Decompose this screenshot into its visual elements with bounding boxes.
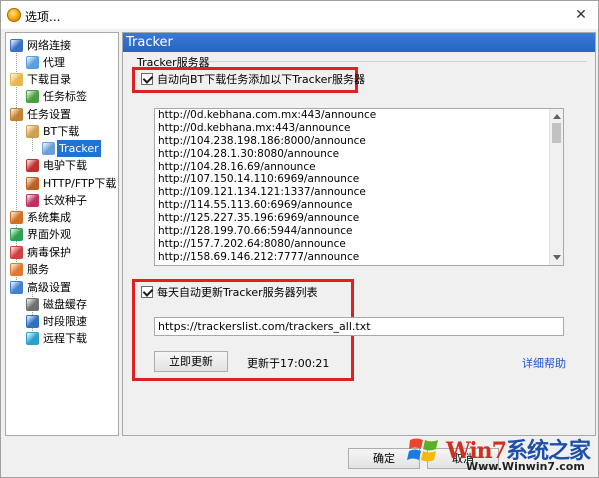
group-divider <box>207 61 587 62</box>
tracker-list-item[interactable]: http://114.55.113.60:6969/announce <box>155 199 563 212</box>
virus-protection-icon <box>10 246 23 259</box>
tree-item-label: 系统集成 <box>27 211 71 224</box>
tree-item-label: 任务设置 <box>27 108 71 121</box>
tree-item-label: 网络连接 <box>27 39 71 52</box>
site-watermark: Win7系统之家 Www.Winwin7.com <box>406 430 596 476</box>
tree-item-label: 下载目录 <box>27 73 71 86</box>
tree-item-label: 服务 <box>27 263 49 276</box>
tree-item-label: 磁盘缓存 <box>43 298 87 311</box>
tree-item-label: 代理 <box>43 56 65 69</box>
tracker-list-item[interactable]: http://158.69.146.212:7777/announce <box>155 251 563 264</box>
tag-icon <box>26 90 39 103</box>
speed-limit-icon <box>26 315 39 328</box>
scroll-up-icon[interactable] <box>553 114 561 119</box>
disk-cache-icon <box>26 298 39 311</box>
advanced-icon <box>10 281 23 294</box>
tracker-list-scrollbar[interactable] <box>549 109 563 265</box>
service-icon <box>10 263 23 276</box>
tracker-list[interactable]: http://0d.kebhana.com.mx:443/announce htt… <box>154 108 564 266</box>
emule-icon <box>26 159 39 172</box>
watermark-url: Www.Winwin7.com <box>466 460 585 473</box>
title-bar: 选项... ✕ <box>1 1 598 29</box>
tracker-list-item[interactable]: http://0d.kebhana.com.mx:443/announce <box>155 109 563 122</box>
tree-item-label: 电驴下载 <box>43 159 87 172</box>
tracker-list-url-input[interactable]: https://trackerslist.com/trackers_all.tx… <box>154 317 564 336</box>
daily-update-label: 每天自动更新Tracker服务器列表 <box>157 286 318 299</box>
tracker-list-item[interactable]: http://0d.kebhana.mx:443/announce <box>155 122 563 135</box>
tree-item-label: 任务标签 <box>43 90 87 103</box>
tree-item-label: 界面外观 <box>27 228 71 241</box>
http-ftp-icon <box>26 177 39 190</box>
close-button[interactable]: ✕ <box>570 5 592 25</box>
tree-item-label: BT下载 <box>43 125 80 138</box>
tracker-list-item[interactable]: http://128.199.70.66:5944/announce <box>155 225 563 238</box>
tracker-icon <box>42 142 55 155</box>
tracker-list-item[interactable]: http://104.238.198.186:8000/announce <box>155 135 563 148</box>
checkbox-checked-icon <box>141 286 153 298</box>
tree-item-label: HTTP/FTP下载 <box>43 177 117 190</box>
network-icon <box>10 39 23 52</box>
tree-item-label: 高级设置 <box>27 281 71 294</box>
tracker-list-item[interactable]: http://104.28.16.69/announce <box>155 161 563 174</box>
tracker-list-item[interactable]: http://125.227.35.196:6969/announce <box>155 212 563 225</box>
window-title: 选项... <box>25 10 61 24</box>
tree-item-label: 时段限速 <box>43 315 87 328</box>
bt-icon <box>26 125 39 138</box>
scroll-down-icon[interactable] <box>553 255 561 260</box>
tree-item-label: 病毒保护 <box>27 246 71 259</box>
panel-title: Tracker <box>123 33 595 52</box>
tracker-list-item[interactable]: http://104.28.1.30:8080/announce <box>155 148 563 161</box>
tracker-list-item[interactable]: http://107.150.14.110:6969/announce <box>155 173 563 186</box>
tree-item-label: 远程下载 <box>43 332 87 345</box>
appearance-icon <box>10 228 23 241</box>
update-now-button[interactable]: 立即更新 <box>154 351 228 372</box>
seed-icon <box>26 194 39 207</box>
tracker-settings-panel: Tracker Tracker服务器 自动向BT下载任务添加以下Tracker服… <box>122 32 596 436</box>
tree-item-label: 长效种子 <box>43 194 87 207</box>
proxy-icon <box>26 56 39 69</box>
tracker-list-item[interactable]: http://109.121.134.121:1337/announce <box>155 186 563 199</box>
checkbox-checked-icon <box>141 73 153 85</box>
app-logo-icon <box>7 8 21 22</box>
auto-add-checkbox[interactable]: 自动向BT下载任务添加以下Tracker服务器 <box>141 72 365 88</box>
system-icon <box>10 211 23 224</box>
scroll-thumb[interactable] <box>552 123 561 143</box>
last-updated-text: 更新于17:00:21 <box>247 357 330 370</box>
options-window: 选项... ✕ 网络连接代理下载目录任务标签任务设置 BT下载 Tracker 电驴下… <box>0 0 599 478</box>
help-link[interactable]: 详细帮助 <box>522 355 566 371</box>
daily-update-checkbox[interactable]: 每天自动更新Tracker服务器列表 <box>141 285 318 301</box>
folder-icon <box>10 73 23 86</box>
task-settings-icon <box>10 108 23 121</box>
settings-tree: 网络连接代理下载目录任务标签任务设置 BT下载 Tracker 电驴下载 HTTP/FT… <box>5 32 119 436</box>
tracker-list-item[interactable]: http://157.7.202.64:8080/announce <box>155 238 563 251</box>
windows-logo-icon <box>407 438 438 462</box>
tree-item-label: Tracker <box>57 140 101 157</box>
auto-add-label: 自动向BT下载任务添加以下Tracker服务器 <box>157 73 365 86</box>
remote-download-icon <box>26 332 39 345</box>
